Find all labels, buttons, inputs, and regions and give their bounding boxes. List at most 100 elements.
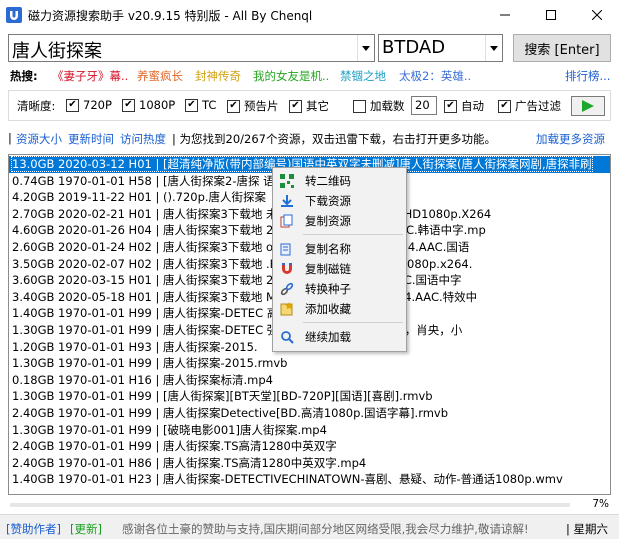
result-row[interactable]: 1.30GB 1970-01-01 H99 | 唐人街探案-2015.rmvb bbox=[9, 355, 610, 372]
result-row[interactable]: 1.30GB 1970-01-01 H99 | [破晓电影001]唐人街探案.m… bbox=[9, 422, 610, 439]
load-count-input[interactable]: 20 bbox=[411, 96, 437, 115]
sort-by-size-link[interactable]: 资源大小 bbox=[16, 131, 62, 147]
title-bar: 磁力资源搜索助手 v20.9.15 特别版 - All By Chenql bbox=[0, 0, 619, 30]
menu-item-label: 复制磁链 bbox=[305, 262, 351, 276]
result-row-text: 3.40GB 2020-05-18 H01 | 唐人街探案3下载地 Man.20… bbox=[12, 289, 478, 304]
menu-item-label: 转换种子 bbox=[305, 282, 351, 296]
result-row[interactable]: 0.18GB 1970-01-01 H16 | 唐人街探案标清.mp4 bbox=[9, 372, 610, 389]
menu-item-label: 转二维码 bbox=[305, 174, 351, 188]
checkbox-icon[interactable]: ✔ bbox=[227, 99, 240, 113]
search-input[interactable]: 唐人街探案 bbox=[8, 34, 375, 62]
auto-checkbox[interactable]: ✔ 自动 bbox=[444, 98, 484, 114]
load-more-link[interactable]: 加载更多资源 bbox=[536, 131, 605, 147]
hot-item[interactable]: 我的女友是机.. bbox=[253, 68, 329, 84]
result-row[interactable]: 2.40GB 1970-01-01 H99 | 唐人街探案.TS高清1280中英… bbox=[9, 438, 610, 455]
app-magnet-icon bbox=[6, 7, 22, 23]
result-row[interactable]: 2.40GB 1970-01-01 H99 | 唐人街探案Detective[B… bbox=[9, 405, 610, 422]
clarity-label: 清晰度: bbox=[17, 99, 56, 113]
minimize-button[interactable] bbox=[482, 0, 528, 30]
engine-dropdown[interactable] bbox=[485, 35, 502, 61]
filter-trailer-checkbox[interactable]: ✔ 预告片 bbox=[227, 98, 279, 114]
menu-item-copy-name[interactable]: 复制名称 bbox=[275, 239, 404, 259]
result-row-text: 4.60GB 2020-01-26 H04 | 唐人街探案3下载地 2012.H… bbox=[12, 223, 486, 238]
result-row-text: 2.70GB 2020-02-21 H01 | 唐人街探案3下载地 未删减版).… bbox=[12, 206, 492, 221]
filter-tc-checkbox[interactable]: ✔ TC bbox=[185, 98, 216, 112]
hot-item[interactable]: 《妻子牙》幕.. bbox=[52, 68, 128, 84]
checkbox-icon[interactable]: ✔ bbox=[498, 99, 511, 113]
progress-percent: 7% bbox=[592, 498, 609, 510]
result-row[interactable]: 2.40GB 1970-01-01 H86 | 唐人街探案.TS高清1280中英… bbox=[9, 455, 610, 472]
menu-item-label: 添加收藏 bbox=[305, 302, 351, 316]
notice-text: 感谢各位土豪的赞助与支持,国庆期间部分地区网络受限,我会尽力维护,敬请谅解! bbox=[122, 522, 529, 536]
chevron-down-icon bbox=[362, 45, 370, 51]
result-message: | 为您找到20/267个资源，双击迅雷下载，右击打开更多功能。 bbox=[172, 132, 496, 146]
update-link[interactable]: [更新] bbox=[70, 521, 102, 537]
maximize-icon bbox=[546, 10, 556, 20]
favorite-icon bbox=[279, 301, 295, 317]
menu-item-copy-resource[interactable]: 复制资源 bbox=[275, 211, 404, 231]
menu-item-label: 继续加载 bbox=[305, 330, 351, 344]
menu-item-label: 下载资源 bbox=[305, 194, 351, 208]
window-title: 磁力资源搜索助手 v20.9.15 特别版 - All By Chenql bbox=[28, 8, 313, 23]
sponsor-link[interactable]: [赞助作者] bbox=[6, 521, 61, 537]
progress-track bbox=[10, 503, 570, 507]
engine-select[interactable]: BTDAD bbox=[378, 34, 503, 62]
filter-other-checkbox[interactable]: ✔ 其它 bbox=[289, 98, 329, 114]
search-history-dropdown[interactable] bbox=[357, 35, 374, 61]
menu-item-label: 复制资源 bbox=[305, 214, 351, 228]
result-row[interactable]: 1.30GB 1970-01-01 H99 | [唐人街探案][BT天堂][BD… bbox=[9, 388, 610, 405]
search-button[interactable]: 搜索 [Enter] bbox=[513, 34, 611, 62]
menu-separator bbox=[303, 322, 403, 323]
load-count-checkbox[interactable]: 加载数 bbox=[353, 98, 405, 114]
magnet-icon bbox=[279, 261, 295, 277]
hot-item[interactable]: 太极2：英雄.. bbox=[399, 68, 471, 84]
chevron-down-icon bbox=[490, 45, 498, 51]
maximize-button[interactable] bbox=[528, 0, 574, 30]
menu-item-convert-torrent[interactable]: 转换种子 bbox=[275, 279, 404, 299]
copy-name-icon bbox=[279, 241, 295, 257]
copy-resource-icon bbox=[279, 213, 295, 229]
qrcode-icon bbox=[279, 173, 295, 189]
result-row-text: 4.20GB 2019-11-22 H01 | ().720p.唐人街探案 bbox=[12, 190, 267, 205]
checkbox-icon[interactable]: ✔ bbox=[185, 98, 198, 112]
hot-item[interactable]: 禁锢之地 bbox=[340, 68, 386, 84]
hot-item[interactable]: 养蜜疯长 bbox=[137, 68, 183, 84]
result-row-text: 1.30GB 1970-01-01 H99 | 唐人街探案-2015.rmvb bbox=[12, 356, 288, 371]
sort-by-time-link[interactable]: 更新时间 bbox=[68, 131, 114, 147]
start-button[interactable] bbox=[571, 96, 605, 116]
status-bar: [赞助作者] [更新] 感谢各位土豪的赞助与支持,国庆期间部分地区网络受限,我会… bbox=[0, 514, 619, 539]
progress-status: 7% bbox=[8, 498, 611, 512]
result-row-text: 1.20GB 1970-01-01 H93 | 唐人街探案-2015. bbox=[12, 339, 258, 354]
search-bar: 唐人街探案 BTDAD 搜索 [Enter] bbox=[0, 34, 619, 64]
checkbox-icon[interactable] bbox=[353, 99, 366, 113]
filter-720p-checkbox[interactable]: ✔ 720P bbox=[66, 98, 112, 112]
checkbox-icon[interactable]: ✔ bbox=[289, 99, 302, 113]
result-row-text: 1.30GB 1970-01-01 H99 | [唐人街探案][BT天堂][BD… bbox=[12, 389, 433, 404]
context-menu: 转二维码 下载资源 复制资源 复制名称 复制磁链 转换种子 添加收藏 继续加载 bbox=[272, 167, 407, 352]
sort-by-heat-link[interactable]: 访问热度 bbox=[120, 131, 166, 147]
menu-item-copy-magnet[interactable]: 复制磁链 bbox=[275, 259, 404, 279]
result-row-text: 0.18GB 1970-01-01 H16 | 唐人街探案标清.mp4 bbox=[12, 372, 273, 387]
close-icon bbox=[592, 10, 602, 20]
play-icon bbox=[582, 100, 594, 112]
checkbox-icon[interactable]: ✔ bbox=[444, 99, 457, 113]
hot-search-bar: 热搜: 《妻子牙》幕.. 养蜜疯长 封神传奇 我的女友是机.. 禁锢之地 太极2… bbox=[0, 66, 619, 84]
result-row-text: 1.30GB 1970-01-01 H99 | [破晓电影001]唐人街探案.m… bbox=[12, 422, 327, 437]
menu-item-add-favorite[interactable]: 添加收藏 bbox=[275, 299, 404, 319]
result-row[interactable]: 1.40GB 1970-01-01 H23 | 唐人街探案-DETECTIVEC… bbox=[9, 471, 610, 488]
download-icon bbox=[279, 193, 295, 209]
close-button[interactable] bbox=[574, 0, 619, 30]
filter-panel: 清晰度: ✔ 720P ✔ 1080P ✔ TC ✔ 预告片 ✔ 其它 加载数 20 ✔ 自… bbox=[8, 90, 611, 121]
checkbox-icon[interactable]: ✔ bbox=[66, 98, 79, 112]
result-row-text: 2.40GB 1970-01-01 H99 | 唐人街探案Detective[B… bbox=[12, 406, 449, 420]
menu-item-download[interactable]: 下载资源 bbox=[275, 191, 404, 211]
ranking-link[interactable]: 排行榜... bbox=[565, 68, 610, 84]
load-more-icon bbox=[279, 329, 295, 345]
filter-1080p-checkbox[interactable]: ✔ 1080P bbox=[122, 98, 175, 112]
ad-filter-checkbox[interactable]: ✔ 广告过滤 bbox=[498, 98, 561, 114]
checkbox-icon[interactable]: ✔ bbox=[122, 98, 135, 112]
menu-item-qrcode[interactable]: 转二维码 bbox=[275, 171, 404, 191]
hot-item[interactable]: 封神传奇 bbox=[195, 68, 241, 84]
menu-item-continue-load[interactable]: 继续加载 bbox=[275, 327, 404, 347]
link-icon bbox=[279, 281, 295, 297]
